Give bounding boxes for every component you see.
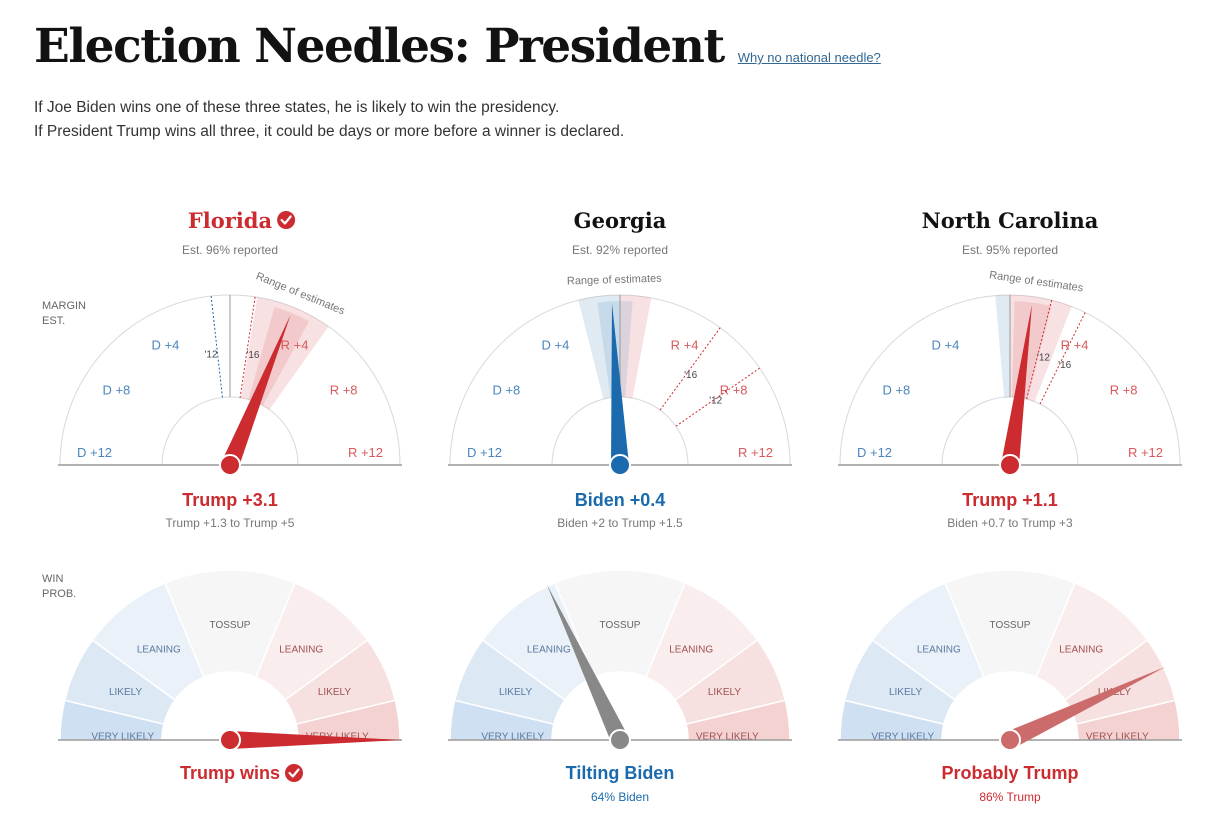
- margin-row-label-1: MARGIN: [42, 300, 86, 312]
- why-no-national-needle-link[interactable]: Why no national needle?: [738, 50, 881, 65]
- gauge-north-carolina-tick-label: R +4: [1061, 337, 1089, 352]
- gauge-georgia-win-band-label: TOSSUP: [600, 620, 641, 631]
- intro-line-2: If President Trump wins all three, it co…: [34, 123, 625, 140]
- gauge-georgia-margin-value: Biden +0.4: [575, 490, 666, 510]
- gauge-georgia-win-band-label: LIKELY: [499, 687, 532, 698]
- gauge-florida-win-label: Trump wins: [180, 763, 280, 783]
- gauge-florida-win-check-icon: [285, 764, 304, 782]
- title-row: Election Needles: President Why no natio…: [34, 14, 1194, 80]
- gauge-north-carolina-tick-label: D +12: [857, 445, 892, 460]
- gauge-florida-tick-label: D +12: [77, 445, 112, 460]
- gauge-georgia-tick-label: R +8: [720, 382, 748, 397]
- gauge-florida-reported: Est. 96% reported: [182, 243, 278, 257]
- gauge-georgia-tick-label: D +8: [492, 382, 520, 397]
- gauges-svg: MARGIN EST. WIN PROB. Florida Est. 96% report…: [42, 208, 1182, 804]
- gauge-georgia-win-band-label: LEANING: [669, 645, 713, 656]
- margin-row-label-2: EST.: [42, 315, 65, 327]
- gauge-north-carolina-tick-label: D +4: [932, 337, 960, 352]
- gauge-florida-win-needle-hub: [219, 729, 241, 751]
- gauge-georgia-win-needle-hub: [609, 729, 631, 751]
- gauge-florida-tick-label: D +4: [152, 337, 180, 352]
- gauge-florida-tick-label: R +8: [330, 382, 358, 397]
- gauge-georgia-range-of-estimates-label: Range of estimates: [567, 273, 663, 288]
- gauge-georgia-state-name: Georgia: [574, 208, 667, 233]
- gauge-georgia-margin-needle-hub: [609, 454, 631, 476]
- gauge-north-carolina-win-needle-hub: [999, 729, 1021, 751]
- gauge-florida-state-name: Florida: [188, 208, 273, 233]
- gauge-florida-win-band-label: LEANING: [137, 645, 181, 656]
- intro-text: If Joe Biden wins one of these three sta…: [34, 96, 1194, 144]
- gauge-florida-win-band-label: LEANING: [279, 645, 323, 656]
- gauge-florida-called-check-icon: [277, 211, 296, 229]
- gauge-georgia-reported: Est. 92% reported: [572, 243, 668, 257]
- gauge-north-carolina-history-label: '16: [1058, 360, 1071, 371]
- gauge-north-carolina-range-band-dem: [995, 295, 1010, 398]
- gauge-georgia-win-band-label: LIKELY: [708, 687, 741, 698]
- gauge-north-carolina-state-name: North Carolina: [922, 208, 1099, 233]
- gauge-georgia-tick-label: D +12: [467, 445, 502, 460]
- gauge-georgia-history-label: '12: [709, 395, 722, 406]
- gauge-florida-win-band-label: LIKELY: [318, 687, 351, 698]
- gauge-georgia-tick-label: R +12: [738, 445, 773, 460]
- gauge-georgia-margin-range: Biden +2 to Trump +1.5: [557, 516, 683, 530]
- gauge-florida-win-band-label: LIKELY: [109, 687, 142, 698]
- gauge-florida-tick-label: D +8: [102, 382, 130, 397]
- gauge-north-carolina-win-band-label: LEANING: [1059, 645, 1103, 656]
- gauge-north-carolina-win-band-label: TOSSUP: [990, 620, 1031, 631]
- gauge-north-carolina-margin-value: Trump +1.1: [962, 490, 1058, 510]
- gauge-georgia-win-sublabel: 64% Biden: [591, 790, 649, 804]
- win-row-label-1: WIN: [42, 573, 63, 585]
- gauge-florida-tick-label: R +4: [281, 337, 309, 352]
- gauge-north-carolina-margin-range: Biden +0.7 to Trump +3: [947, 516, 1073, 530]
- gauge-georgia-history-label: '16: [684, 370, 697, 381]
- gauge-north-carolina-reported: Est. 95% reported: [962, 243, 1058, 257]
- gauge-florida-margin-range: Trump +1.3 to Trump +5: [166, 516, 295, 530]
- gauge-north-carolina-margin-needle-hub: [999, 454, 1021, 476]
- needle-gauges: MARGIN EST. WIN PROB. Florida Est. 96% report…: [0, 195, 1220, 825]
- gauge-florida-history-label: '12: [204, 350, 217, 361]
- gauge-georgia-tick-label: D +4: [542, 337, 570, 352]
- gauge-georgia-win-band-label: LEANING: [527, 645, 571, 656]
- gauge-florida-margin-value: Trump +3.1: [182, 490, 278, 510]
- win-row-label-2: PROB.: [42, 588, 76, 600]
- gauge-florida-history-label: '16: [246, 350, 259, 361]
- page-title: Election Needles: President: [34, 19, 725, 74]
- gauge-north-carolina-range-of-estimates-label: Range of estimates: [988, 269, 1084, 294]
- page-header: Election Needles: President Why no natio…: [34, 14, 1194, 144]
- gauge-north-carolina-win-sublabel: 86% Trump: [979, 790, 1041, 804]
- gauge-florida-tick-label: R +12: [348, 445, 383, 460]
- gauge-georgia-tick-label: R +4: [671, 337, 699, 352]
- gauge-florida-history-line: [210, 295, 223, 398]
- gauge-north-carolina-win-label: Probably Trump: [941, 763, 1078, 783]
- gauge-florida-win-band-label: TOSSUP: [210, 620, 251, 631]
- gauge-georgia-win-label: Tilting Biden: [566, 763, 675, 783]
- gauge-north-carolina-win-band-label: LEANING: [917, 645, 961, 656]
- gauge-north-carolina-tick-label: D +8: [882, 382, 910, 397]
- gauge-north-carolina-tick-label: R +12: [1128, 445, 1163, 460]
- gauge-north-carolina-win-band-label: LIKELY: [889, 687, 922, 698]
- gauge-florida-margin-needle-hub: [219, 454, 241, 476]
- intro-line-1: If Joe Biden wins one of these three sta…: [34, 99, 560, 116]
- gauge-north-carolina-history-label: '12: [1037, 352, 1050, 363]
- gauge-north-carolina-tick-label: R +8: [1110, 382, 1138, 397]
